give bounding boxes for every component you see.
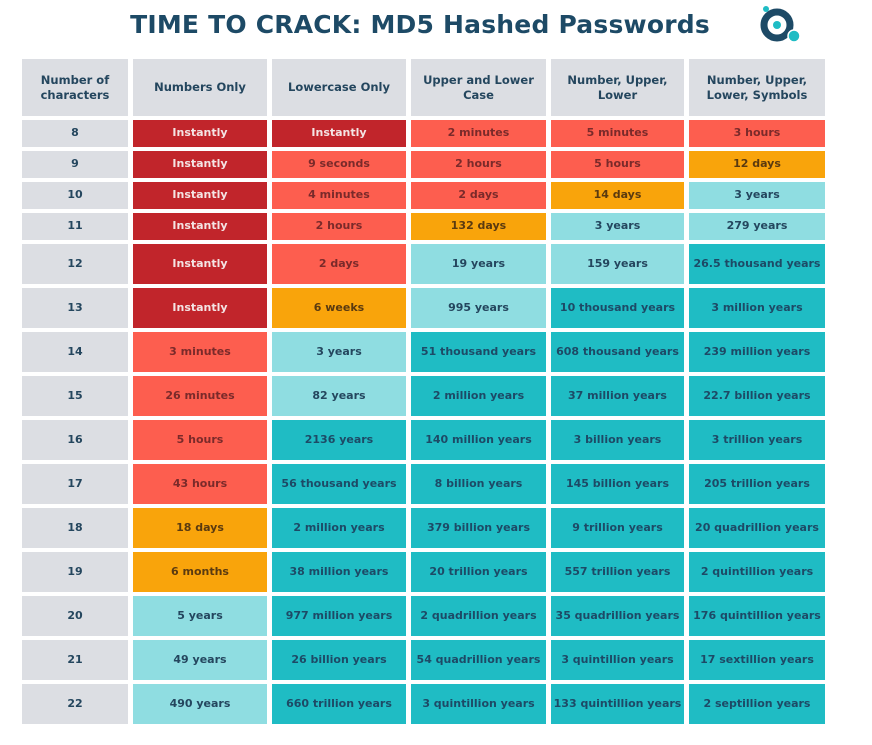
row-header-char-count: 10 xyxy=(22,182,128,209)
time-cell: 557 trillion years xyxy=(551,552,684,592)
row-header-char-count: 19 xyxy=(22,552,128,592)
time-cell: Instantly xyxy=(133,288,267,328)
time-cell: 6 months xyxy=(133,552,267,592)
row-header-char-count: 8 xyxy=(22,120,128,147)
time-cell: 5 years xyxy=(133,596,267,636)
column-header: Upper and Lower Case xyxy=(411,59,546,116)
time-cell: 8 billion years xyxy=(411,464,546,504)
row-header-char-count: 18 xyxy=(22,508,128,548)
time-cell: 132 days xyxy=(411,213,546,240)
time-cell: 239 million years xyxy=(689,332,825,372)
time-cell: 2 million years xyxy=(411,376,546,416)
time-cell: 19 years xyxy=(411,244,546,284)
time-cell: 995 years xyxy=(411,288,546,328)
time-cell: 51 thousand years xyxy=(411,332,546,372)
time-cell: 26 minutes xyxy=(133,376,267,416)
time-cell: 977 million years xyxy=(272,596,406,636)
time-cell: 2 days xyxy=(411,182,546,209)
time-cell: 49 years xyxy=(133,640,267,680)
time-cell: 14 days xyxy=(551,182,684,209)
row-header-char-count: 20 xyxy=(22,596,128,636)
brand-logo-icon xyxy=(760,6,801,43)
time-cell: 38 million years xyxy=(272,552,406,592)
time-cell: 3 quintillion years xyxy=(551,640,684,680)
row-header-char-count: 12 xyxy=(22,244,128,284)
time-cell: 37 million years xyxy=(551,376,684,416)
row-header-char-count: 14 xyxy=(22,332,128,372)
time-cell: Instantly xyxy=(133,120,267,147)
time-cell: 159 years xyxy=(551,244,684,284)
time-cell: 82 years xyxy=(272,376,406,416)
time-cell: Instantly xyxy=(133,244,267,284)
time-cell: 3 hours xyxy=(689,120,825,147)
column-header: Lowercase Only xyxy=(272,59,406,116)
time-cell: 56 thousand years xyxy=(272,464,406,504)
time-cell: 20 trillion years xyxy=(411,552,546,592)
column-header: Numbers Only xyxy=(133,59,267,116)
time-cell: 3 years xyxy=(551,213,684,240)
time-cell: 3 trillion years xyxy=(689,420,825,460)
time-cell: 54 quadrillion years xyxy=(411,640,546,680)
time-cell: 5 hours xyxy=(551,151,684,178)
time-cell: 2 quintillion years xyxy=(689,552,825,592)
time-cell: 176 quintillion years xyxy=(689,596,825,636)
time-cell: 2 days xyxy=(272,244,406,284)
time-cell: 2 million years xyxy=(272,508,406,548)
time-cell: 3 years xyxy=(272,332,406,372)
row-header-char-count: 21 xyxy=(22,640,128,680)
row-header-char-count: 16 xyxy=(22,420,128,460)
time-cell: 26.5 thousand years xyxy=(689,244,825,284)
time-cell: 2136 years xyxy=(272,420,406,460)
time-cell: 660 trillion years xyxy=(272,684,406,724)
time-cell: 3 minutes xyxy=(133,332,267,372)
time-cell: 490 years xyxy=(133,684,267,724)
time-cell: Instantly xyxy=(133,213,267,240)
time-cell: 6 weeks xyxy=(272,288,406,328)
time-cell: 3 million years xyxy=(689,288,825,328)
row-header-char-count: 13 xyxy=(22,288,128,328)
column-header: Number, Upper, Lower xyxy=(551,59,684,116)
row-header-char-count: 17 xyxy=(22,464,128,504)
time-cell: 379 billion years xyxy=(411,508,546,548)
time-cell: 17 sextillion years xyxy=(689,640,825,680)
time-cell: 279 years xyxy=(689,213,825,240)
time-cell: 2 quadrillion years xyxy=(411,596,546,636)
time-cell: 18 days xyxy=(133,508,267,548)
time-cell: 9 trillion years xyxy=(551,508,684,548)
time-cell: Instantly xyxy=(272,120,406,147)
time-cell: 12 days xyxy=(689,151,825,178)
time-cell: 2 hours xyxy=(272,213,406,240)
time-cell: 9 seconds xyxy=(272,151,406,178)
time-cell: 22.7 billion years xyxy=(689,376,825,416)
time-cell: 20 quadrillion years xyxy=(689,508,825,548)
row-header-char-count: 15 xyxy=(22,376,128,416)
time-cell: 43 hours xyxy=(133,464,267,504)
time-cell: 2 septillion years xyxy=(689,684,825,724)
time-cell: 26 billion years xyxy=(272,640,406,680)
time-cell: 3 quintillion years xyxy=(411,684,546,724)
row-header-char-count: 22 xyxy=(22,684,128,724)
time-cell: 140 million years xyxy=(411,420,546,460)
column-header: Number, Upper, Lower, Symbols xyxy=(689,59,825,116)
time-cell: 10 thousand years xyxy=(551,288,684,328)
time-cell: 2 minutes xyxy=(411,120,546,147)
time-cell: 145 billion years xyxy=(551,464,684,504)
page-title: TIME TO CRACK: MD5 Hashed Passwords xyxy=(130,10,710,39)
time-cell: Instantly xyxy=(133,151,267,178)
time-cell: 35 quadrillion years xyxy=(551,596,684,636)
time-cell: 3 billion years xyxy=(551,420,684,460)
time-cell: 2 hours xyxy=(411,151,546,178)
time-cell: 608 thousand years xyxy=(551,332,684,372)
time-cell: 5 hours xyxy=(133,420,267,460)
time-cell: Instantly xyxy=(133,182,267,209)
time-cell: 133 quintillion years xyxy=(551,684,684,724)
time-cell: 4 minutes xyxy=(272,182,406,209)
row-header-char-count: 9 xyxy=(22,151,128,178)
column-header: Number of characters xyxy=(22,59,128,116)
time-cell: 205 trillion years xyxy=(689,464,825,504)
time-cell: 5 minutes xyxy=(551,120,684,147)
row-header-char-count: 11 xyxy=(22,213,128,240)
time-cell: 3 years xyxy=(689,182,825,209)
